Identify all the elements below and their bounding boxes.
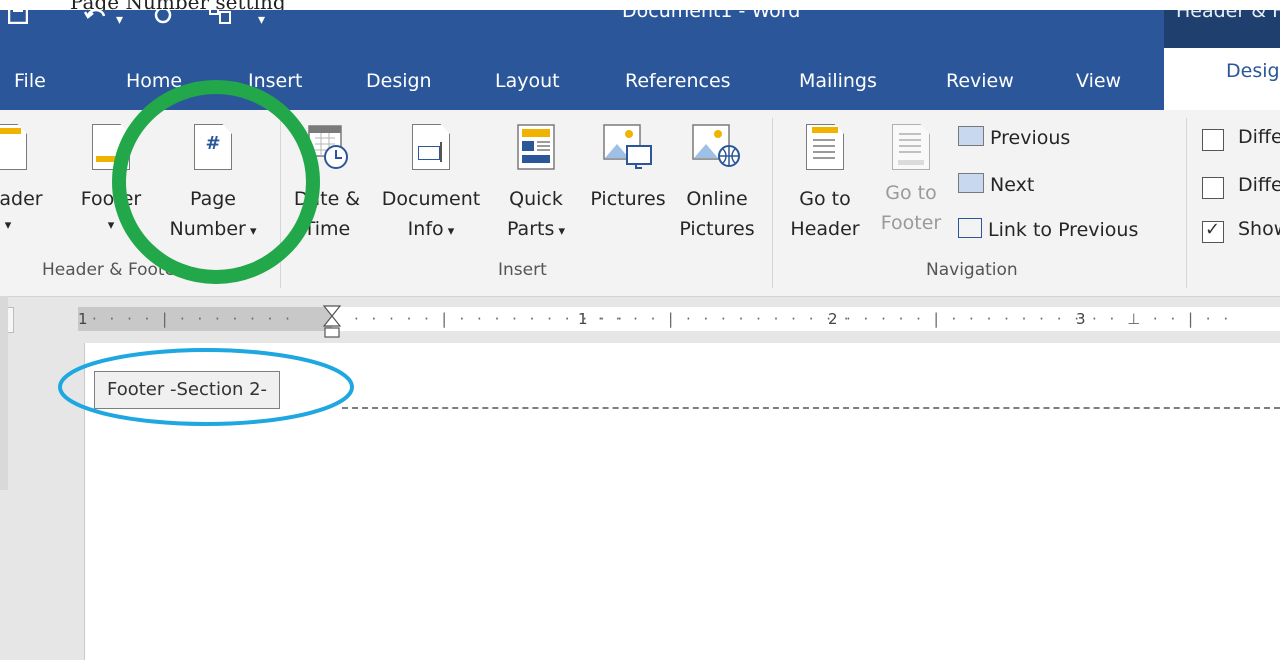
customize-qat-icon[interactable]: ▾ [258,10,265,31]
redo-icon[interactable] [152,10,174,29]
go-to-header-label-line2: Header [790,218,860,240]
tab-design[interactable]: Design [366,70,432,92]
link-to-previous-icon [958,218,982,238]
tab-layout[interactable]: Layout [495,70,560,92]
annotation-blue-ellipse [58,348,354,426]
pictures-button[interactable]: Pictures [584,124,672,214]
group-label-insert: Insert [498,260,547,280]
quick-parts-dropdown-icon: ▾ [554,224,566,239]
show-document-text-label: Show Document Text [1238,218,1280,240]
header-page-icon [0,124,27,170]
go-to-header-button[interactable]: Go to Header [780,124,870,244]
contextual-tab-title: Header & Footer Tools [1176,10,1280,22]
header-dropdown-icon: ▾ [4,218,12,233]
horizontal-ruler[interactable]: 1 · · · · | · · · · · · · 1 2 3 · · · · … [78,305,1280,338]
tab-view[interactable]: View [1076,70,1121,92]
different-first-page-label: Different First Page [1238,126,1280,148]
cropped-heading-strip: Page Number setting [0,0,1280,10]
next-icon [958,173,984,193]
ruler-bar: 1 · · · · | · · · · · · · 1 2 3 · · · · … [0,297,1280,343]
ruler-number: 1 [78,310,92,328]
ruler-ticks: · · · · · | · · · · · · · · · · [354,310,627,328]
document-info-dropdown-icon: ▾ [443,224,455,239]
quick-parts-icon [517,124,555,170]
online-pictures-label-line2: Pictures [679,218,755,240]
touch-mode-icon[interactable] [208,10,234,29]
next-button[interactable]: Next [958,173,1034,196]
ruler-ticks: · · ⊥ · · | · · [1092,310,1233,328]
link-to-previous-label: Link to Previous [988,219,1139,241]
tab-hf-design-label: Design [1226,60,1280,82]
cropped-heading: Page Number setting [70,0,286,10]
indent-marker-icon[interactable] [322,305,342,339]
tab-references[interactable]: References [625,70,731,92]
document-info-label-line2: Info [407,218,444,240]
go-to-footer-label-line1: Go to [885,182,937,204]
group-label-navigation: Navigation [926,260,1018,280]
tab-review[interactable]: Review [946,70,1014,92]
options-group: Different First Page Different Odd & Eve… [1202,126,1280,266]
quick-parts-label-line2: Parts [506,218,555,240]
tab-file[interactable]: File [14,70,46,92]
ruler-ticks: · · · · | · · · · · · · [92,310,294,328]
pictures-label: Pictures [590,188,666,210]
vertical-ruler [0,296,8,490]
group-separator [1186,118,1187,288]
go-to-header-label-line1: Go to [799,188,851,210]
quick-parts-label-line1: Quick [509,188,563,210]
online-pictures-icon [692,124,742,170]
ruler-ticks: · · · · | · · · · · · · · · · [598,310,853,328]
save-icon[interactable] [7,10,29,29]
footer-boundary-line [342,407,1280,409]
header-button-label: Header [0,188,43,210]
header-button[interactable]: Header ▾ [0,124,46,238]
go-to-footer-icon [892,124,930,170]
previous-button[interactable]: Previous [958,126,1070,149]
online-pictures-button[interactable]: Online Pictures [672,124,762,244]
document-info-icon [412,124,450,170]
different-first-page-checkbox[interactable] [1202,129,1224,151]
tab-hf-design[interactable]: Design [1164,48,1280,110]
different-odd-even-label: Different Odd & Even Pages [1238,174,1280,196]
document-info-label-line1: Document [381,188,481,210]
tab-mailings[interactable]: Mailings [799,70,877,92]
go-to-footer-label-line2: Footer [880,212,942,234]
show-document-text-checkbox[interactable] [1202,219,1224,243]
pictures-icon [603,124,653,170]
window-title: Document1 - Word [622,10,801,22]
ribbon: Header ▾ Footer ▾ # Page Number ▾ Header… [0,80,1280,297]
next-label: Next [990,174,1035,196]
online-pictures-label-line1: Online [686,188,748,210]
annotation-green-circle [112,80,320,284]
quick-parts-button[interactable]: Quick Parts ▾ [494,124,578,247]
previous-icon [958,126,984,146]
ruler-ticks: · · · · · | · · · · · · · · [846,310,1084,328]
undo-dropdown-icon[interactable]: ▾ [116,10,123,31]
go-to-header-icon [806,124,844,170]
go-to-footer-button[interactable]: Go to Footer [870,124,952,238]
group-separator [772,118,773,288]
different-odd-even-checkbox[interactable] [1202,177,1224,199]
previous-label: Previous [990,127,1071,149]
document-info-button[interactable]: Document Info ▾ [372,124,490,247]
link-to-previous-button[interactable]: Link to Previous [958,218,1138,241]
undo-icon[interactable] [83,10,110,29]
